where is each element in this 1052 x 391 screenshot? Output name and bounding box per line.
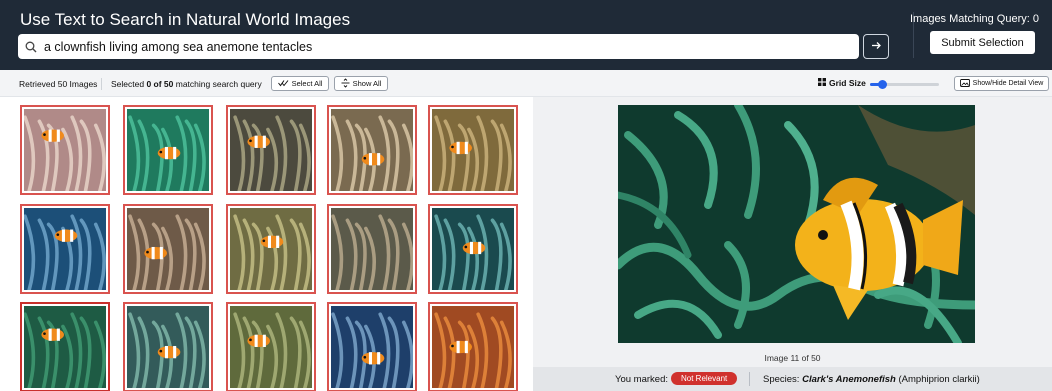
marked-label: You marked: [615, 374, 668, 385]
image-thumbnail[interactable] [123, 302, 213, 391]
detail-view: Image 11 of 50 You marked: Not Relevant … [533, 97, 1052, 391]
image-thumbnail[interactable] [327, 302, 417, 391]
anemone-photo [230, 306, 312, 390]
anemone-photo [432, 208, 514, 292]
selection-status: Selected 0 of 50 matching search query [111, 79, 262, 89]
image-counter: Image 11 of 50 [764, 353, 821, 363]
anemone-photo [127, 306, 209, 390]
grid-size-label: Grid Size [829, 78, 866, 88]
relevance-badge[interactable]: Not Relevant [671, 372, 738, 385]
show-all-button[interactable]: Show All [334, 76, 388, 91]
expand-vertical-icon [341, 77, 350, 90]
anemone-photo [127, 208, 209, 292]
search-box[interactable] [18, 34, 859, 59]
double-check-icon [277, 79, 289, 89]
toolbar: Retrieved 50 Images Selected 0 of 50 mat… [0, 70, 1052, 97]
select-all-label: Select All [291, 79, 323, 88]
retrieved-count: Retrieved 50 Images [19, 79, 98, 89]
search-input[interactable] [44, 39, 844, 54]
footer-divider [749, 372, 750, 386]
toolbar-divider [101, 78, 102, 90]
selection-count: 0 of 50 [146, 79, 174, 89]
anemone-photo [432, 306, 514, 390]
image-thumbnail[interactable] [20, 302, 110, 391]
show-all-label: Show All [352, 79, 382, 88]
anemone-photo [127, 109, 209, 193]
search-submit-button[interactable] [863, 34, 889, 59]
anemone-photo [23, 109, 106, 193]
image-thumbnail[interactable] [123, 105, 213, 195]
image-thumbnail[interactable] [428, 204, 518, 294]
anemone-photo [230, 208, 312, 292]
image-thumbnail[interactable] [123, 204, 213, 294]
anemone-photo [331, 208, 414, 292]
page-title: Use Text to Search in Natural World Imag… [20, 10, 351, 29]
detail-toggle-label: Show/Hide Detail View [972, 80, 1044, 87]
anemone-photo [230, 109, 312, 193]
detail-footer: You marked: Not Relevant Species: Clark'… [533, 367, 1052, 391]
image-thumbnail[interactable] [428, 105, 518, 195]
anemone-photo [23, 208, 106, 292]
image-icon [959, 78, 970, 89]
selection-prefix: Selected [111, 79, 147, 89]
image-thumbnail[interactable] [20, 105, 110, 195]
species-prefix: Species: [763, 374, 803, 385]
clownfish-anemone-photo [618, 105, 975, 343]
image-grid [0, 97, 533, 391]
search-icon [18, 41, 44, 53]
grid-icon [818, 78, 826, 88]
image-thumbnail[interactable] [226, 302, 316, 391]
grid-size-control: Grid Size [818, 78, 866, 88]
image-thumbnail[interactable] [20, 204, 110, 294]
anemone-photo [23, 306, 106, 390]
toggle-detail-view-button[interactable]: Show/Hide Detail View [954, 76, 1049, 91]
selection-suffix: matching search query [173, 79, 262, 89]
app-header: Use Text to Search in Natural World Imag… [0, 0, 1052, 70]
image-thumbnail[interactable] [428, 302, 518, 391]
grid-size-slider[interactable] [870, 80, 939, 89]
match-count: Images Matching Query: 0 [909, 13, 1039, 25]
submit-selection-button[interactable]: Submit Selection [930, 31, 1035, 54]
anemone-photo [432, 109, 514, 193]
arrow-right-icon [871, 38, 882, 56]
image-thumbnail[interactable] [226, 105, 316, 195]
species-latin-name: (Amphiprion clarkii) [895, 374, 980, 385]
image-thumbnail[interactable] [226, 204, 316, 294]
select-all-button[interactable]: Select All [271, 76, 329, 91]
slider-thumb[interactable] [877, 80, 887, 89]
species-info: Species: Clark's Anemonefish (Amphiprion… [763, 374, 980, 385]
anemone-photo [331, 109, 414, 193]
image-thumbnail[interactable] [327, 105, 417, 195]
image-thumbnail[interactable] [327, 204, 417, 294]
anemone-photo [331, 306, 414, 390]
species-common-name: Clark's Anemonefish [802, 374, 896, 385]
